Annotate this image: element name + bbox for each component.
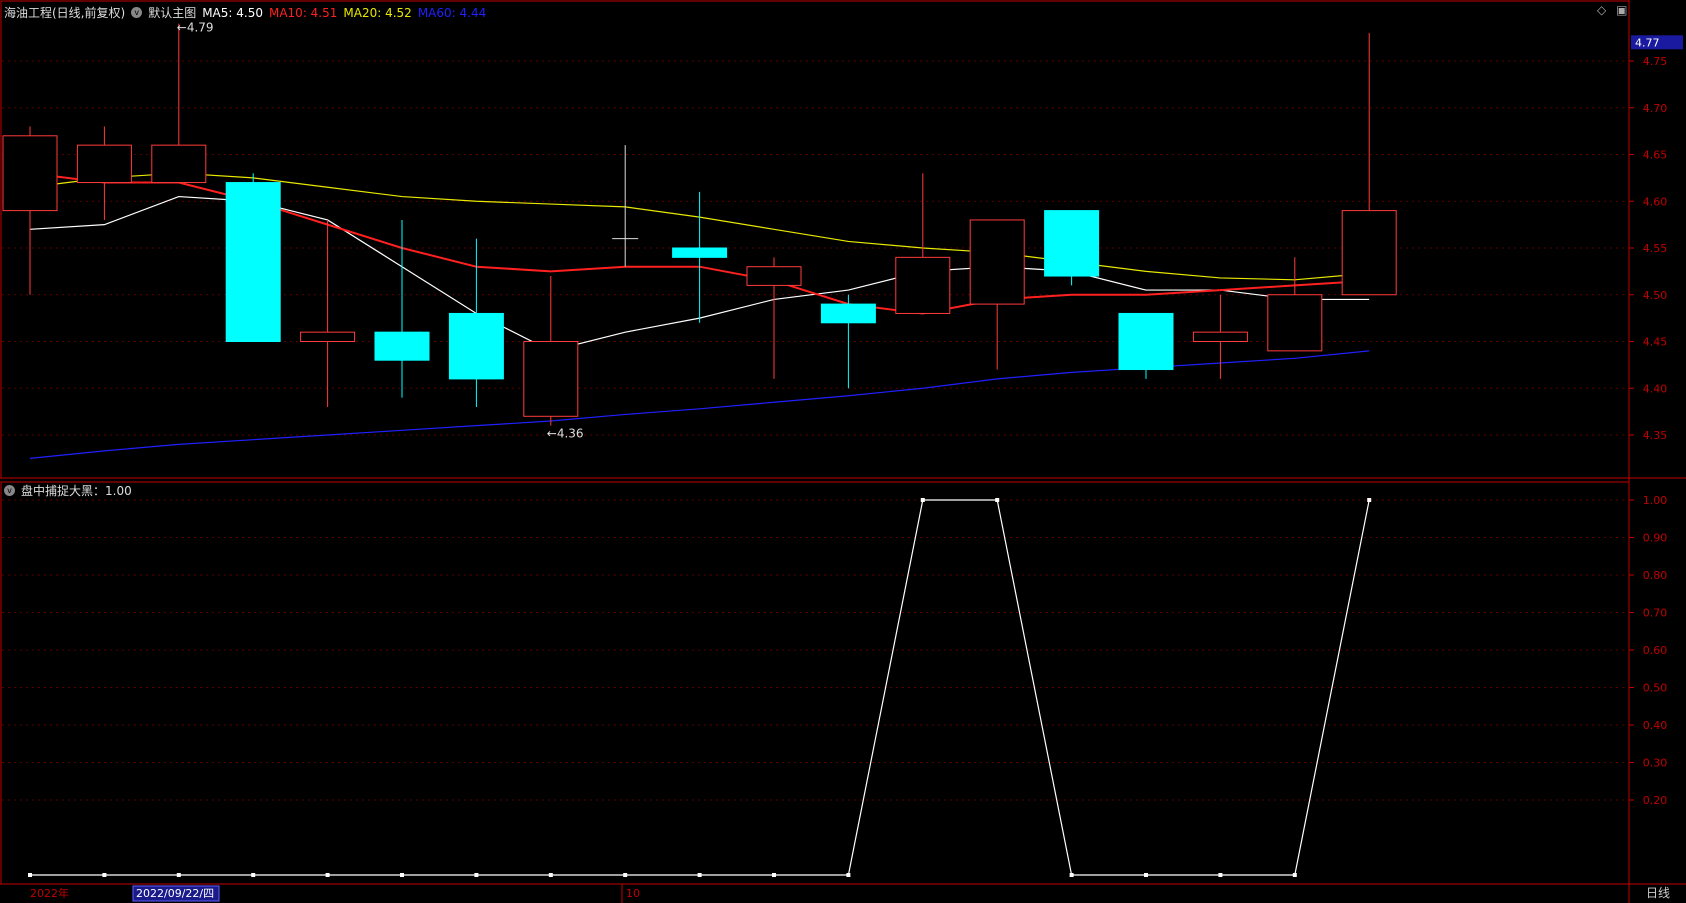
indicator-point: [623, 873, 628, 877]
x-cursor-date: 2022/09/22/四: [136, 887, 214, 900]
main-y-tick-label: 4.70: [1643, 102, 1668, 115]
indicator-point: [548, 873, 553, 877]
x-year-label: 2022年: [30, 886, 69, 900]
period-label: 日线: [1646, 886, 1670, 900]
main-y-tick-label: 4.50: [1643, 289, 1668, 302]
indicator-panel-frame: [0, 481, 1630, 885]
candle-body-up: [2, 135, 58, 212]
indicator-point: [995, 498, 1000, 502]
x-month-label: 10: [626, 887, 640, 900]
indicator-point: [28, 873, 32, 877]
candle-body-down: [820, 303, 876, 324]
candle-body-up: [151, 144, 207, 184]
candle-body-up: [1192, 331, 1248, 342]
indicator-y-tick-label: 0.40: [1643, 719, 1668, 732]
candle-body-down: [672, 247, 728, 258]
candle-body-up: [300, 331, 356, 342]
main-y-tick-label: 4.55: [1643, 242, 1668, 255]
stock-chart[interactable]: 4.35 4.40 4.45 4.50 4.55 4.60 4.65 4.70 4.75 0.20…: [0, 0, 1686, 903]
main-y-tick-label: 4.40: [1643, 382, 1668, 395]
indicator-point: [474, 873, 479, 877]
ma20-legend: MA20: 4.52: [343, 5, 412, 20]
candle-body-down: [225, 182, 281, 342]
candle-body-up: [523, 341, 579, 417]
indicator-point: [920, 498, 925, 502]
main-chart-label[interactable]: 默认主图: [148, 4, 196, 21]
diamond-icon[interactable]: ◇: [1597, 3, 1606, 17]
indicator-header: v 盘中捕捉大黑：1.00: [4, 482, 132, 499]
indicator-point: [772, 873, 776, 877]
indicator-point: [102, 873, 107, 877]
candle-body-up: [895, 256, 951, 314]
indicator-y-tick-label: 0.30: [1643, 757, 1668, 770]
main-y-tick-label: 4.60: [1643, 195, 1668, 208]
candle-body-down: [1044, 210, 1100, 277]
indicator-point: [697, 873, 702, 877]
indicator-point: [1069, 873, 1074, 877]
chevron-down-icon[interactable]: v: [4, 485, 15, 496]
indicator-point: [1144, 873, 1148, 877]
indicator-point: [1292, 873, 1297, 877]
main-y-tick-label: 4.35: [1643, 429, 1668, 442]
indicator-y-tick-label: 0.80: [1643, 569, 1668, 582]
main-y-tick-label: 4.65: [1643, 149, 1668, 162]
window-controls: ◇ ▣: [1597, 3, 1627, 17]
indicator-label: 盘中捕捉大黑：1.00: [21, 484, 132, 498]
indicator-point: [251, 873, 256, 877]
candle-body-up: [1267, 294, 1323, 352]
candle-body-down: [1118, 312, 1174, 371]
indicator-y-tick-label: 0.90: [1643, 532, 1668, 545]
indicator-point: [846, 873, 851, 877]
indicator-point: [325, 873, 330, 877]
ma60-legend: MA60: 4.44: [417, 5, 487, 20]
indicator-y-tick-label: 0.50: [1643, 682, 1668, 695]
candle-body-up: [746, 266, 802, 286]
maximize-icon[interactable]: ▣: [1616, 3, 1627, 17]
candle-body-up: [76, 144, 132, 184]
candle-body-down: [374, 331, 430, 361]
ma10-legend: MA10: 4.51: [268, 5, 338, 20]
main-y-tick-label: 4.45: [1643, 336, 1668, 349]
indicator-point: [1218, 873, 1223, 877]
indicator-y-tick-label: 0.70: [1643, 607, 1668, 620]
main-y-tick-label: 4.75: [1643, 55, 1668, 68]
low-annotation: ←4.36: [547, 427, 584, 441]
indicator-point: [400, 873, 404, 877]
indicator-y-tick-label: 1.00: [1643, 494, 1668, 507]
last-price-label: 4.77: [1635, 36, 1660, 49]
ma5-legend: MA5: 4.50: [202, 5, 263, 20]
candle-body-up: [1341, 210, 1397, 296]
high-annotation: ←4.79: [177, 21, 214, 35]
candle-body-down: [448, 312, 504, 380]
indicator-point: [1367, 498, 1372, 502]
stock-title: 海油工程(日线,前复权): [4, 6, 126, 20]
indicator-point: [176, 873, 181, 877]
indicator-y-tick-label: 0.20: [1643, 794, 1668, 807]
chevron-down-icon[interactable]: v: [131, 7, 143, 18]
indicator-y-tick-label: 0.60: [1643, 644, 1668, 657]
candle-body-up: [969, 219, 1025, 305]
main-chart-header: 海油工程(日线,前复权) v 默认主图 MA5: 4.50 MA10: 4.51…: [4, 4, 486, 21]
